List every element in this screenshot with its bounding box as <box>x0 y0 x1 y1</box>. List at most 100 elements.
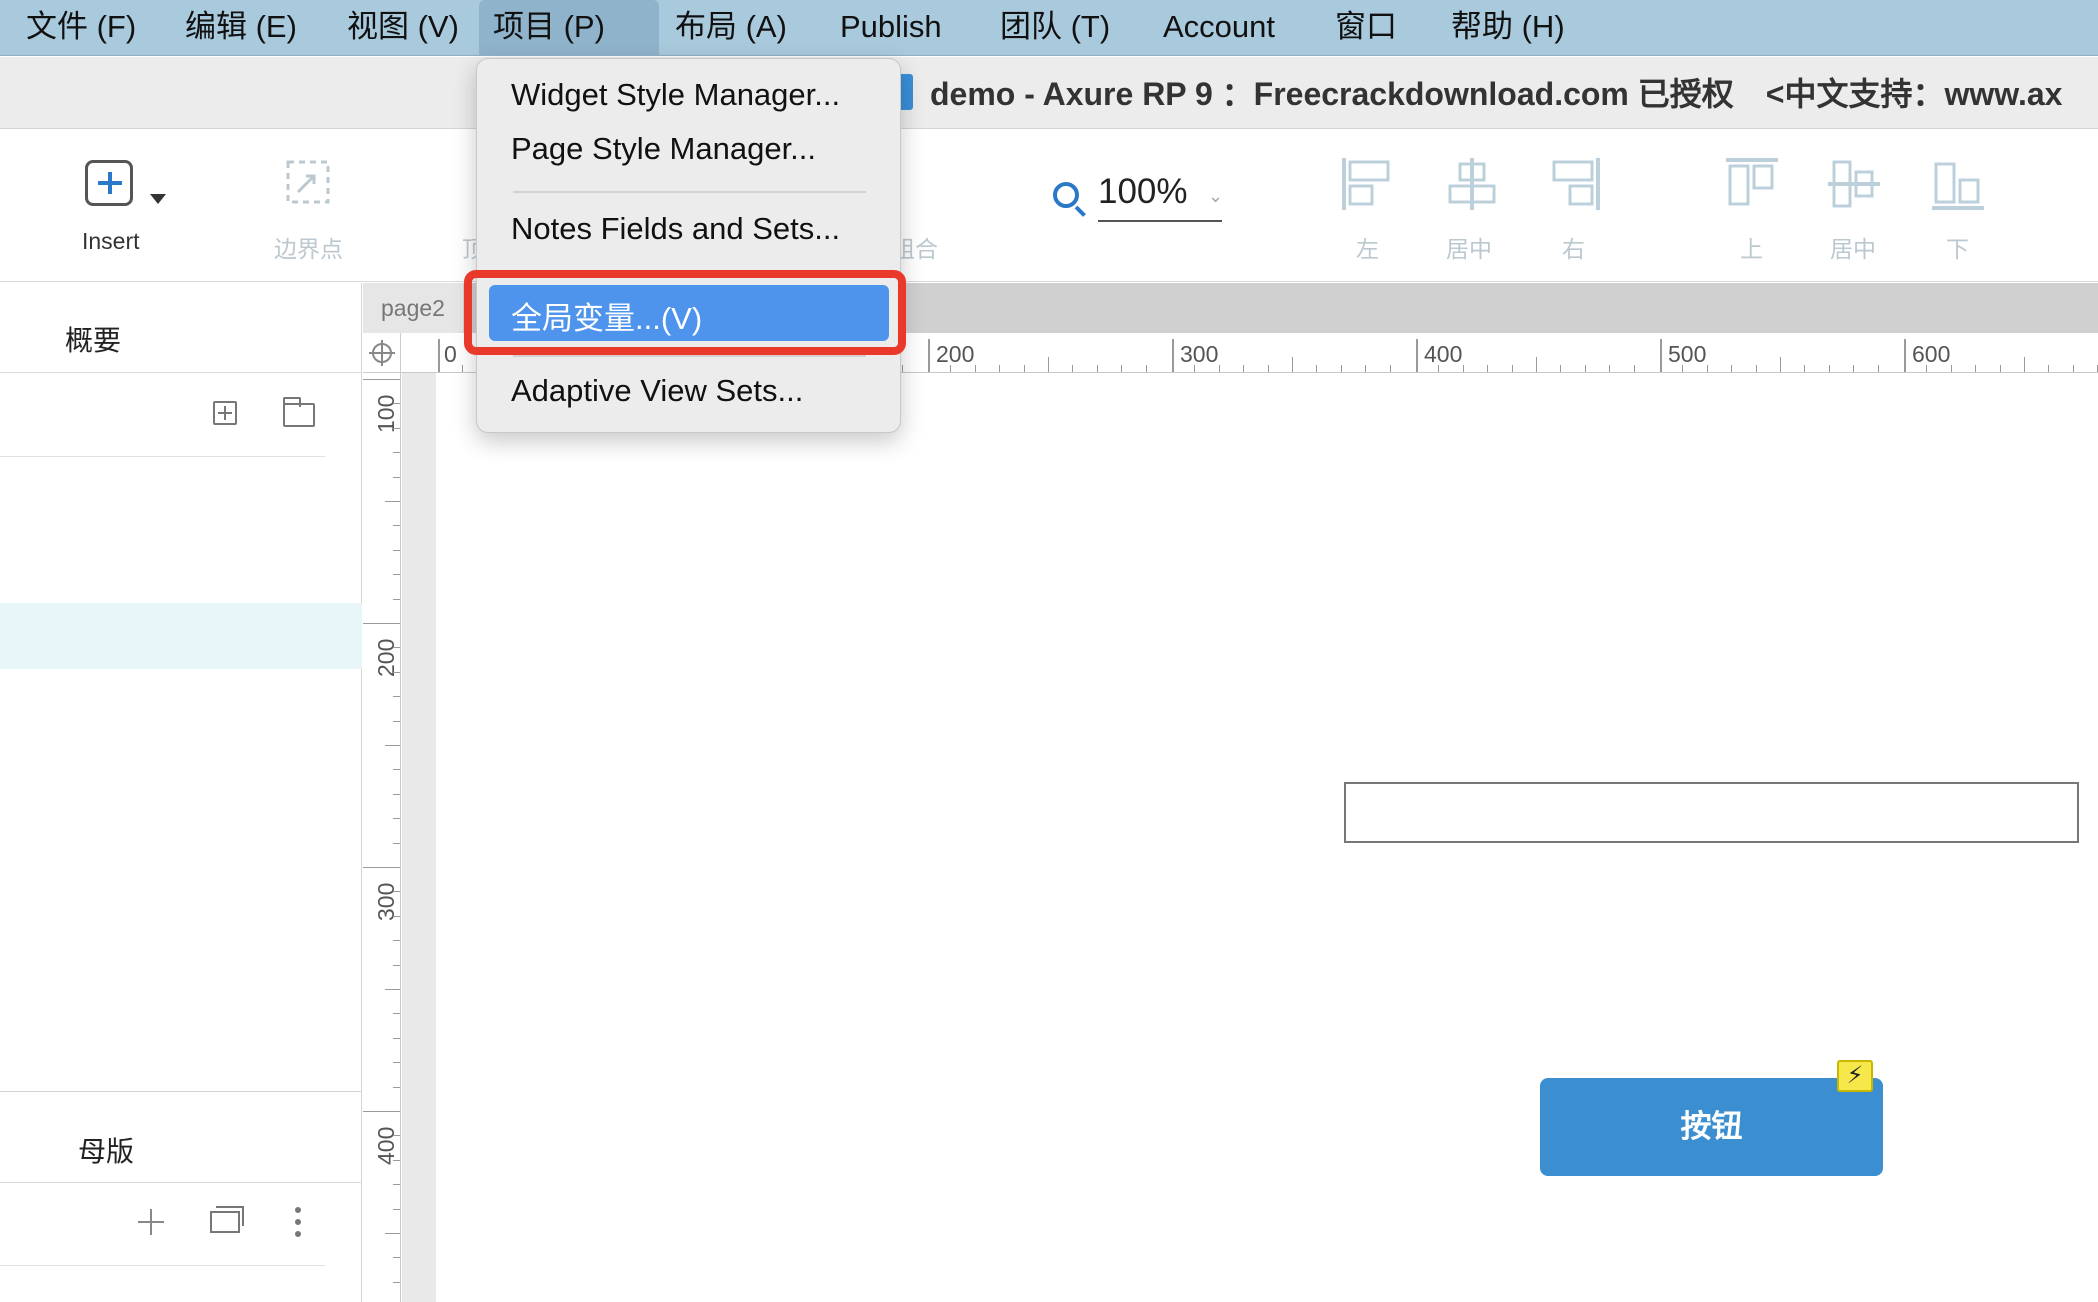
menu-window[interactable]: 窗口 <box>1321 0 1411 56</box>
ruler-label: 400 <box>1424 341 1463 367</box>
align-bottom-icon[interactable] <box>1930 156 1986 212</box>
ruler-minor-tick <box>1584 365 1586 372</box>
ruler-minor-tick <box>393 1062 400 1064</box>
ruler-minor-tick <box>1096 365 1098 372</box>
menu-publish[interactable]: Publish <box>826 0 956 56</box>
ruler-minor-tick <box>393 452 400 454</box>
ruler-minor-tick <box>385 745 400 746</box>
outline-header: 概要 <box>0 283 362 373</box>
ruler-minor-tick <box>1804 365 1806 372</box>
menu-item-page-style-manager[interactable]: Page Style Manager... <box>511 131 816 167</box>
ruler-minor-tick <box>393 1257 400 1259</box>
ruler-minor-tick <box>1975 365 1977 372</box>
ruler-minor-tick <box>462 365 464 372</box>
divider <box>0 1265 325 1266</box>
crosshair-icon[interactable] <box>369 340 395 366</box>
add-page-icon[interactable] <box>213 401 237 425</box>
menu-help[interactable]: 帮助 (H) <box>1437 0 1579 56</box>
ruler-major-tick <box>1660 339 1662 372</box>
menu-account[interactable]: Account <box>1149 0 1289 56</box>
ruler-minor-tick <box>393 915 400 917</box>
tab-page2[interactable]: page2 <box>363 283 463 333</box>
ruler-minor-tick <box>1511 365 1513 372</box>
masters-title: 母版 <box>78 1136 135 1167</box>
align-bottom-label: 下 <box>1946 236 1969 262</box>
align-center-icon[interactable] <box>1444 156 1500 212</box>
ruler-minor-tick <box>363 867 400 868</box>
ruler-minor-tick <box>385 501 400 502</box>
ruler-minor-tick <box>393 769 400 771</box>
chevron-down-icon[interactable] <box>150 194 166 204</box>
ruler-major-tick <box>438 339 440 372</box>
align-right-icon[interactable] <box>1546 156 1602 212</box>
divider <box>0 456 325 457</box>
ruler-minor-tick <box>393 476 400 478</box>
align-left-icon[interactable] <box>1340 156 1396 212</box>
ruler-minor-tick <box>393 1159 400 1161</box>
ruler-minor-tick <box>363 379 400 380</box>
menu-edit[interactable]: 编辑 (E) <box>171 0 311 56</box>
ruler-minor-tick <box>393 1184 400 1186</box>
ruler-minor-tick <box>393 1281 400 1283</box>
ruler-minor-tick <box>1438 365 1440 372</box>
align-left-label: 左 <box>1356 236 1379 262</box>
align-right-label: 右 <box>1562 236 1585 262</box>
insert-icon[interactable] <box>85 160 133 206</box>
ruler-minor-tick <box>1292 357 1293 372</box>
menu-project[interactable]: 项目 (P) <box>479 0 659 56</box>
menu-item-widget-style-manager[interactable]: Widget Style Manager... <box>511 77 840 113</box>
boundary-point-label: 边界点 <box>274 236 343 262</box>
ruler-minor-tick <box>1340 365 1342 372</box>
add-master-icon[interactable] <box>138 1209 164 1235</box>
zoom-select[interactable]: 100% <box>1098 172 1222 222</box>
menu-item-notes-fields[interactable]: Notes Fields and Sets... <box>511 211 840 247</box>
menu-bar: 文件 (F) 编辑 (E) 视图 (V) 项目 (P) 布局 (A) Publi… <box>0 0 2098 56</box>
lightning-icon[interactable]: ⚡ <box>1837 1060 1873 1092</box>
ruler-minor-tick <box>1023 365 1025 372</box>
align-middle-label: 居中 <box>1830 236 1876 262</box>
ruler-minor-tick <box>393 964 400 966</box>
menu-separator <box>513 191 866 193</box>
insert-label: Insert <box>82 228 140 254</box>
toolbar: Insert 边界点 顶 组合 100% ⌄ 左 居中 右 上 居中 下 <box>0 130 2098 282</box>
more-options-icon[interactable] <box>295 1207 301 1237</box>
ruler-minor-tick <box>1243 365 1245 372</box>
ruler-minor-tick <box>1194 365 1196 372</box>
menu-view[interactable]: 视图 (V) <box>333 0 473 56</box>
menu-file[interactable]: 文件 (F) <box>12 0 150 56</box>
menu-team[interactable]: 团队 (T) <box>986 0 1124 56</box>
ruler-minor-tick <box>393 525 400 527</box>
menu-layout[interactable]: 布局 (A) <box>661 0 801 56</box>
align-top-label: 上 <box>1740 236 1763 262</box>
ruler-minor-tick <box>901 365 903 372</box>
ruler-minor-tick <box>1487 365 1489 372</box>
ruler-minor-tick <box>385 1233 400 1234</box>
ruler-minor-tick <box>393 1086 400 1088</box>
add-folder-icon[interactable] <box>283 397 315 427</box>
ruler-minor-tick <box>393 671 400 673</box>
ruler-minor-tick <box>2024 357 2025 372</box>
button-widget[interactable]: 按钮 <box>1540 1078 1883 1176</box>
align-middle-icon[interactable] <box>1826 156 1882 212</box>
ruler-minor-tick <box>1536 357 1537 372</box>
ruler-major-tick <box>1904 339 1906 372</box>
duplicate-icon[interactable] <box>210 1206 244 1233</box>
ruler-minor-tick <box>385 989 400 990</box>
annotation-callout-box <box>464 270 906 355</box>
ruler-label: 200 <box>936 341 975 367</box>
chevron-down-icon[interactable]: ⌄ <box>1208 186 1223 207</box>
menu-item-adaptive-view-sets[interactable]: Adaptive View Sets... <box>511 373 803 409</box>
ruler-minor-tick <box>393 1208 400 1210</box>
ruler-minor-tick <box>1560 365 1562 372</box>
align-top-icon[interactable] <box>1724 156 1780 212</box>
page-list-item-selected[interactable] <box>0 603 362 669</box>
ruler-minor-tick <box>393 696 400 698</box>
ruler-minor-tick <box>1609 365 1611 372</box>
ruler-minor-tick <box>950 365 952 372</box>
ruler-minor-tick <box>1755 365 1757 372</box>
text-field-widget[interactable] <box>1344 782 2079 843</box>
ruler-minor-tick <box>393 574 400 576</box>
ruler-minor-tick <box>1633 365 1635 372</box>
ruler-minor-tick <box>1072 365 1074 372</box>
search-icon[interactable] <box>1053 182 1079 208</box>
